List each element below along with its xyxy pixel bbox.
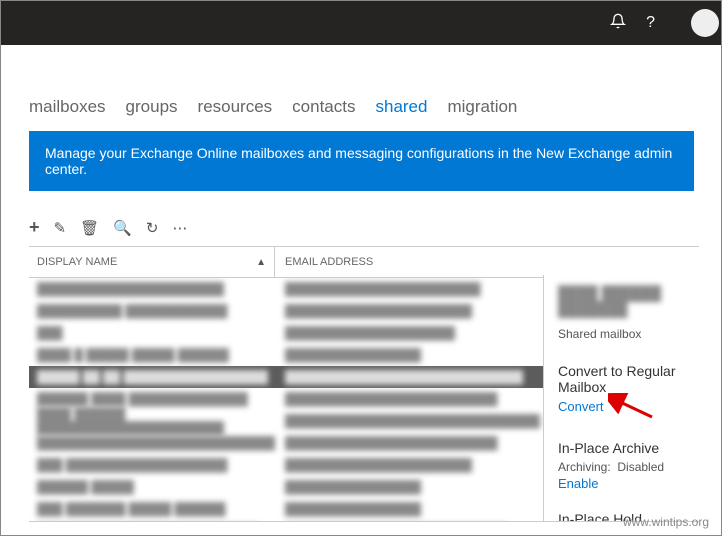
cell-display-name: ██████ ████ ██████████████ [37, 392, 248, 406]
topbar: ? [1, 1, 721, 45]
avatar[interactable] [691, 9, 719, 37]
cell-email: ████████████████ [285, 348, 421, 362]
cell-email: ████████████████ [285, 480, 421, 494]
details-panel: ████ ██████ ███████ Shared mailbox Conve… [543, 275, 719, 521]
tab-migration[interactable]: migration [447, 97, 517, 117]
cell-email: ██████████████████████ [285, 458, 472, 472]
cell-display-name: ██████ █████ [37, 480, 134, 494]
mailbox-type: Shared mailbox [558, 327, 719, 341]
enable-link[interactable]: Enable [558, 476, 719, 491]
archive-status: Archiving: Disabled [558, 460, 719, 474]
cell-email: █████████████████████████ [285, 392, 498, 406]
edit-button[interactable]: ✎ [54, 219, 67, 237]
convert-heading: Convert to Regular Mailbox [558, 363, 719, 395]
cell-display-name: ███ [37, 326, 63, 340]
archive-heading: In-Place Archive [558, 440, 719, 456]
add-button[interactable]: + [29, 217, 40, 238]
more-button[interactable]: ⋯ [172, 219, 187, 237]
arrow-annotation [608, 393, 656, 423]
cell-display-name: ████ ██████ ██████████████████████ [37, 407, 224, 435]
cell-email: ████████████████████ [285, 326, 455, 340]
notification-icon[interactable] [610, 13, 626, 34]
cell-email: █████████████████████████ [285, 436, 498, 450]
tab-shared[interactable]: shared [375, 97, 427, 117]
grid-header: DISPLAY NAME ▲ EMAIL ADDRESS [29, 246, 699, 278]
cell-email: ████████████████████████████ [285, 370, 523, 384]
tab-contacts[interactable]: contacts [292, 97, 355, 117]
cell-display-name: █████ ██ ██ █████████████████ [37, 370, 268, 384]
nav-tabs: mailboxes groups resources contacts shar… [29, 97, 699, 117]
banner-action[interactable] [693, 131, 705, 191]
watermark: www.wintips.org [623, 515, 709, 529]
info-banner: Manage your Exchange Online mailboxes an… [29, 131, 699, 191]
cell-display-name: ███ ███████████████████ [37, 458, 227, 472]
col-display-name[interactable]: DISPLAY NAME ▲ [29, 247, 275, 277]
help-icon[interactable]: ? [646, 14, 655, 32]
toolbar: + ✎ 🗑 🔍 ↻ ⋯ [29, 217, 699, 238]
tab-groups[interactable]: groups [126, 97, 178, 117]
tab-resources[interactable]: resources [198, 97, 273, 117]
col-name-label: DISPLAY NAME [37, 256, 117, 268]
cell-email: ███████████████████████ [285, 282, 481, 296]
convert-link[interactable]: Convert [558, 399, 604, 414]
refresh-button[interactable]: ↻ [146, 219, 159, 237]
cell-display-name: ████████████████████████████ [37, 436, 275, 450]
cell-display-name: ████ █ █████ █████ ██████ [37, 348, 229, 362]
col-email-address[interactable]: EMAIL ADDRESS [275, 256, 699, 268]
cell-email: ████████████████ [285, 502, 421, 516]
cell-display-name: ██████████ ████████████ [37, 304, 227, 318]
cell-display-name: ███ ███████ █████ ██████ [37, 502, 226, 516]
search-button[interactable]: 🔍 [113, 219, 132, 237]
panel-title: ████ ██████ ███████ [558, 285, 719, 317]
tab-mailboxes[interactable]: mailboxes [29, 97, 106, 117]
sort-asc-icon: ▲ [256, 257, 274, 268]
cell-email: ██████████████████████ [285, 304, 472, 318]
banner-text: Manage your Exchange Online mailboxes an… [45, 145, 672, 177]
cell-display-name: ██████████████████████ [37, 282, 224, 296]
cell-email: ██████████████████████████████ [285, 414, 540, 428]
delete-button[interactable]: 🗑 [80, 219, 99, 237]
